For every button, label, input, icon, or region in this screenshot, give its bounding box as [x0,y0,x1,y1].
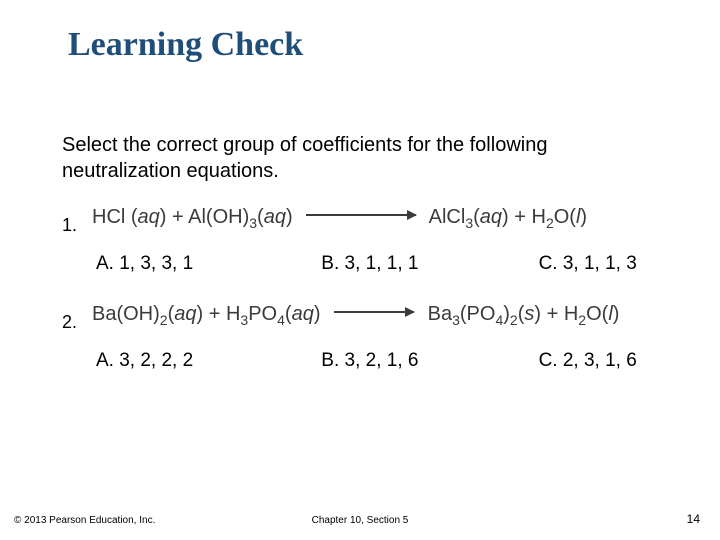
question-2-options: A. 3, 2, 2, 2 B. 3, 2, 1, 6 C. 2, 3, 1, … [96,350,696,372]
footer-chapter: Chapter 10, Section 5 [0,515,720,526]
q1-option-c: C. 3, 1, 1, 3 [539,253,637,275]
q2-option-c: C. 2, 3, 1, 6 [539,350,637,372]
footer-page-number: 14 [687,512,700,526]
q2-option-b: B. 3, 2, 1, 6 [321,350,533,372]
question-1-number: 1. [62,215,77,236]
question-1-equation: HCl (aq) + Al(OH)3(aq) AlCl3(aq) + H2O(l… [92,206,587,231]
reaction-arrow-icon [334,311,414,313]
question-2-number: 2. [62,312,77,333]
q1-option-b: B. 3, 1, 1, 1 [321,253,533,275]
slide: Learning Check Select the correct group … [0,0,720,540]
q2-option-a: A. 3, 2, 2, 2 [96,350,316,372]
reaction-arrow-icon [306,214,416,216]
prompt-text: Select the correct group of coefficients… [62,132,662,185]
q1-option-a: A. 1, 3, 3, 1 [96,253,316,275]
question-2-equation: Ba(OH)2(aq) + H3PO4(aq) Ba3(PO4)2(s) + H… [92,303,619,328]
question-1-options: A. 1, 3, 3, 1 B. 3, 1, 1, 1 C. 3, 1, 1, … [96,253,696,275]
slide-title: Learning Check [68,26,303,64]
